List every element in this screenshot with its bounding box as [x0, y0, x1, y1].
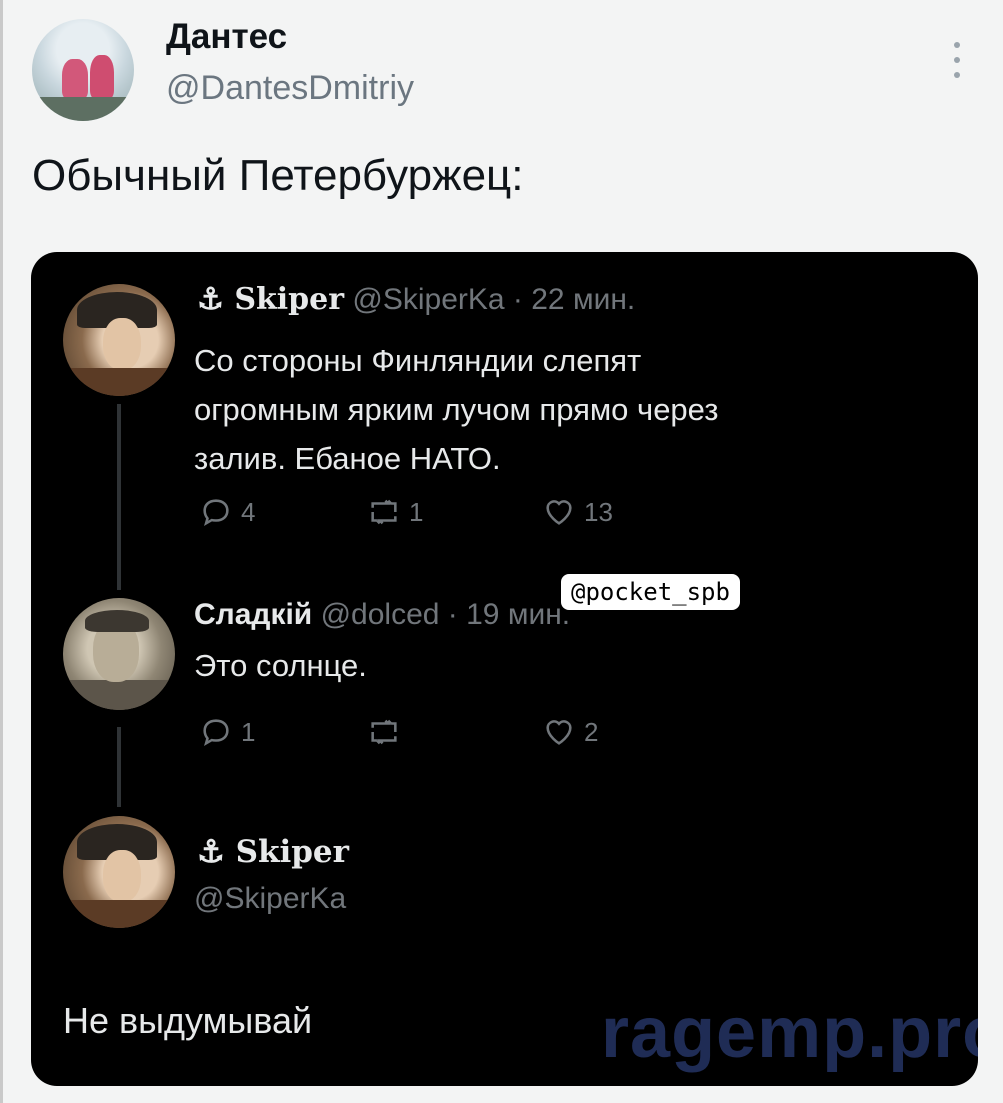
author-avatar[interactable] [32, 19, 134, 121]
more-vertical-icon[interactable] [947, 42, 967, 82]
tweet2-meta: @dolced · 19 мин. [320, 598, 571, 631]
reply-icon [203, 719, 229, 747]
reply-action[interactable]: 1 [199, 715, 255, 749]
author-name[interactable]: Дантес [166, 17, 287, 57]
watermark-tag: @pocket_spb [561, 574, 740, 610]
tweet2-text: Это солнце. [194, 648, 367, 683]
author-handle[interactable]: @DantesDmitriy [166, 69, 414, 108]
left-edge [0, 0, 3, 1103]
like-action[interactable]: 13 [542, 495, 613, 529]
post-text: Обычный Петербуржец: [32, 151, 524, 200]
retweet-action[interactable]: 1 [367, 495, 423, 529]
reply-count: 1 [241, 716, 256, 747]
skiper-avatar [63, 284, 175, 396]
like-count: 13 [584, 496, 613, 527]
reply-count: 4 [241, 496, 256, 527]
retweet-count: 1 [409, 496, 424, 527]
thread-line [117, 727, 121, 807]
heart-icon [546, 720, 572, 745]
tweet1-line: залив. Ебаное НАТО. [194, 441, 501, 476]
tweet3-name: ⚓︎ Skiper [197, 834, 349, 870]
retweet-action[interactable] [367, 715, 409, 749]
reply-action[interactable]: 4 [199, 495, 255, 529]
tweet1-text: Со стороны Финляндии слепят огромным ярк… [194, 336, 718, 483]
like-count: 2 [584, 716, 599, 747]
tweet1-meta: @SkiperKa · 22 мин. [352, 283, 636, 316]
retweet-icon [371, 499, 397, 525]
skiper-avatar [63, 816, 175, 928]
like-action[interactable]: 2 [542, 715, 598, 749]
tweet1-name: ⚓︎ Skiper [197, 282, 345, 317]
tweet1-line: огромным ярким лучом прямо через [194, 392, 719, 427]
tweet1-line: Со стороны Финляндии слепят [194, 343, 642, 378]
tweet3-handle: @SkiperKa [194, 882, 347, 915]
retweet-icon [371, 719, 397, 745]
reply-icon [203, 499, 229, 527]
tweet2-name: Сладкій [194, 598, 313, 631]
thread-line [117, 404, 121, 590]
sladkiy-avatar [63, 598, 175, 710]
heart-icon [546, 500, 572, 525]
tweet3-text: Не выдумывай [63, 1000, 313, 1041]
embedded-screenshot[interactable]: ⚓︎ Skiper @SkiperKa · 22 мин. Со стороны… [31, 252, 978, 1086]
watermark-site: ragemp.pro [601, 993, 978, 1073]
